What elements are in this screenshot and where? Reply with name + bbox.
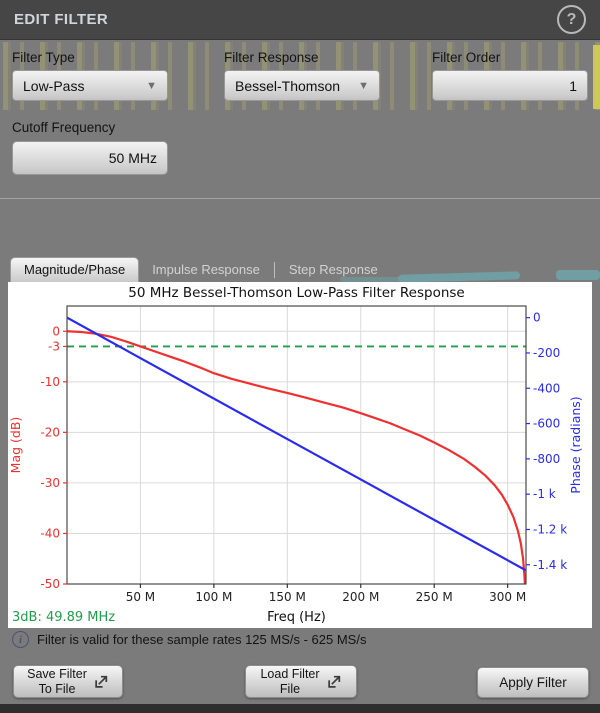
- analog-waveform-fragment: [398, 271, 520, 282]
- svg-text:-200: -200: [533, 346, 560, 360]
- svg-text:-400: -400: [533, 381, 560, 395]
- sample-rate-info-text: Filter is valid for these sample rates 1…: [37, 632, 366, 647]
- analog-waveform-fragment: [556, 270, 600, 280]
- svg-text:-1 k: -1 k: [533, 487, 556, 501]
- filter-response-dropdown[interactable]: Bessel-Thomson ▼: [224, 70, 380, 101]
- svg-text:-3: -3: [48, 339, 60, 353]
- import-icon: [327, 674, 342, 689]
- tab-separator: [274, 262, 275, 278]
- svg-text:250 M: 250 M: [416, 590, 453, 604]
- filter-order-label: Filter Order: [432, 50, 500, 65]
- load-filter-button[interactable]: Load Filter File: [245, 665, 357, 698]
- svg-text:150 M: 150 M: [269, 590, 306, 604]
- svg-text:3dB: 49.89 MHz: 3dB: 49.89 MHz: [12, 610, 115, 625]
- tab-impulse-response[interactable]: Impulse Response: [139, 258, 273, 282]
- filter-type-label: Filter Type: [12, 50, 75, 65]
- export-icon: [94, 674, 109, 689]
- svg-text:-50: -50: [40, 577, 60, 591]
- svg-text:0: 0: [52, 324, 60, 338]
- svg-text:100 M: 100 M: [195, 590, 232, 604]
- save-button-line1: Save Filter: [27, 667, 87, 681]
- svg-text:-600: -600: [533, 417, 560, 431]
- svg-text:-10: -10: [40, 375, 60, 389]
- filter-order-input[interactable]: 1: [432, 70, 588, 101]
- sample-rate-info: i Filter is valid for these sample rates…: [12, 631, 366, 648]
- filter-response-chart-panel: 50 M100 M150 M200 M250 M300 M0-3-10-20-3…: [8, 282, 592, 628]
- svg-text:0: 0: [533, 311, 541, 325]
- svg-text:50 M: 50 M: [126, 590, 155, 604]
- svg-text:-800: -800: [533, 452, 560, 466]
- load-button-line2: File: [280, 682, 300, 696]
- edit-filter-dialog: EDIT FILTER ? Filter Type Low-Pass ▼ Fil…: [0, 0, 600, 713]
- svg-text:-1.4 k: -1.4 k: [533, 558, 567, 572]
- svg-text:Phase (radians): Phase (radians): [568, 396, 583, 493]
- cutoff-frequency-input[interactable]: 50 MHz: [12, 141, 168, 175]
- help-icon[interactable]: ?: [557, 5, 586, 34]
- save-button-line2: To File: [39, 682, 76, 696]
- filter-type-dropdown[interactable]: Low-Pass ▼: [12, 70, 168, 101]
- filter-response-value: Bessel-Thomson: [235, 78, 340, 94]
- info-icon: i: [12, 631, 29, 648]
- waveform-edge-fragment: [593, 45, 600, 109]
- svg-text:Mag (dB): Mag (dB): [8, 417, 23, 474]
- svg-text:200 M: 200 M: [342, 590, 379, 604]
- chevron-down-icon: ▼: [358, 80, 369, 92]
- cutoff-frequency-label: Cutoff Frequency: [12, 120, 115, 135]
- svg-text:-40: -40: [40, 526, 60, 540]
- svg-text:-30: -30: [40, 476, 60, 490]
- filter-response-label: Filter Response: [224, 50, 319, 65]
- tab-magnitude-phase[interactable]: Magnitude/Phase: [10, 257, 139, 282]
- svg-text:-20: -20: [40, 425, 60, 439]
- svg-text:-1.2 k: -1.2 k: [533, 522, 567, 536]
- dialog-titlebar: EDIT FILTER ?: [0, 0, 600, 40]
- svg-text:300 M: 300 M: [489, 590, 526, 604]
- tab-step-response[interactable]: Step Response: [276, 258, 391, 282]
- filter-type-value: Low-Pass: [23, 78, 84, 94]
- filter-response-chart: 50 M100 M150 M200 M250 M300 M0-3-10-20-3…: [8, 282, 592, 628]
- save-filter-button[interactable]: Save Filter To File: [13, 665, 123, 698]
- filter-order-value: 1: [569, 78, 577, 94]
- svg-text:50 MHz Bessel-Thomson Low-Pass: 50 MHz Bessel-Thomson Low-Pass Filter Re…: [128, 285, 465, 301]
- svg-text:Freq (Hz): Freq (Hz): [267, 610, 326, 625]
- cutoff-frequency-value: 50 MHz: [109, 150, 157, 166]
- response-view-tabs: Magnitude/Phase Impulse Response Step Re…: [10, 257, 391, 282]
- apply-filter-button[interactable]: Apply Filter: [477, 667, 589, 698]
- graticule-center-line: [0, 198, 600, 199]
- bottom-edge: [0, 704, 600, 713]
- chevron-down-icon: ▼: [146, 80, 157, 92]
- dialog-title: EDIT FILTER: [14, 11, 108, 28]
- load-button-line1: Load Filter: [260, 667, 319, 681]
